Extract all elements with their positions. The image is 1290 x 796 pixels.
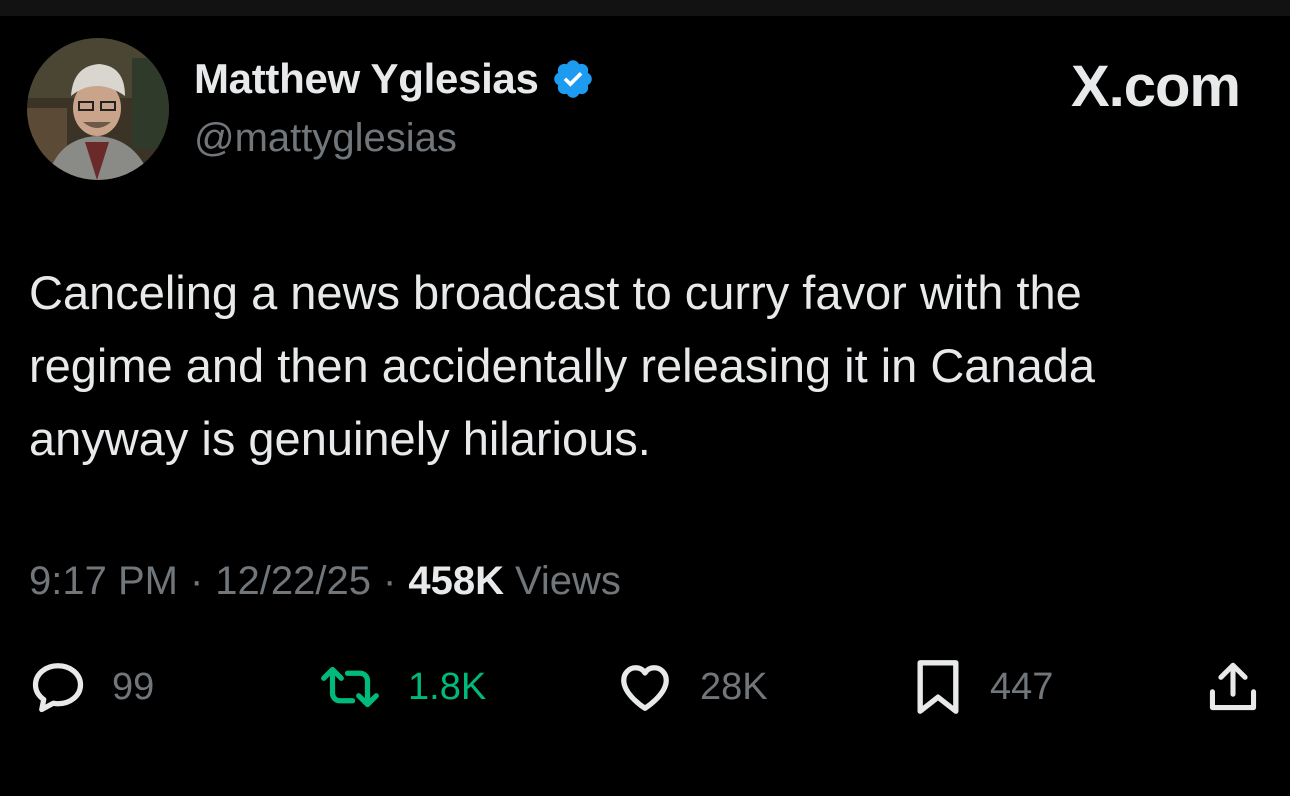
reply-count: 99 [112, 665, 155, 708]
bookmark-icon [910, 656, 966, 718]
heart-icon [614, 657, 676, 717]
share-button[interactable] [1204, 652, 1262, 722]
meta-separator: · [189, 558, 204, 603]
author-name-row: Matthew Yglesias [194, 54, 595, 104]
like-button[interactable]: 28K [614, 652, 768, 722]
like-count: 28K [700, 665, 768, 708]
repost-count: 1.8K [408, 665, 487, 708]
tweet-card: Matthew Yglesias @mattyglesias X.com Can… [0, 0, 1290, 796]
views-label: Views [514, 558, 621, 603]
author-handle[interactable]: @mattyglesias [194, 113, 457, 163]
avatar[interactable] [27, 38, 169, 180]
share-icon [1204, 657, 1262, 717]
reply-button[interactable]: 99 [28, 652, 154, 722]
brand-logo-text: X.com [1070, 54, 1241, 119]
tweet-text: Canceling a news broadcast to curry favo… [29, 266, 1095, 465]
repost-button[interactable]: 1.8K [316, 652, 486, 722]
next-item-edge [0, 788, 1290, 796]
tweet-date[interactable]: 12/22/25 [215, 559, 371, 604]
tweet-time[interactable]: 9:17 PM [29, 559, 178, 604]
avatar-image [27, 38, 169, 180]
repost-icon [316, 657, 384, 717]
bookmark-count: 447 [990, 665, 1054, 708]
bookmark-button[interactable]: 447 [910, 652, 1053, 722]
verified-badge-icon [551, 57, 595, 101]
tweet-actions-bar: 99 1.8K 28K 447 [0, 652, 1290, 722]
reply-icon [28, 657, 88, 717]
author-display-name[interactable]: Matthew Yglesias [194, 55, 539, 103]
views-count[interactable]: 458K [408, 559, 504, 604]
tweet-meta: 9:17 PM · 12/22/25 · 458K Views [29, 556, 621, 606]
meta-separator: · [383, 558, 397, 603]
